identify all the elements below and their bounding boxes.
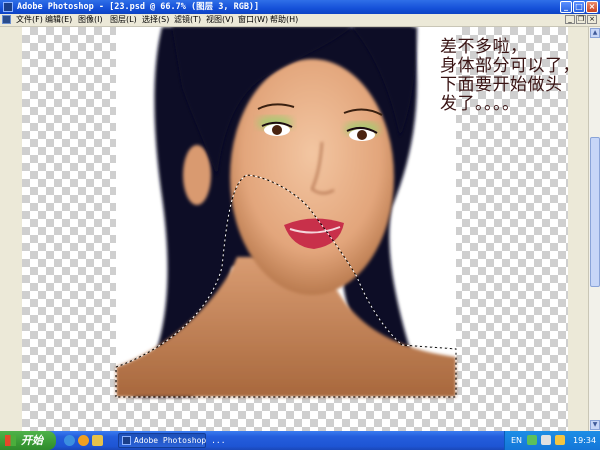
menu-image[interactable]: 图像(I): [78, 14, 103, 26]
doc-minimize-button[interactable]: _: [565, 15, 575, 24]
caption-line: 发了。。。。: [440, 94, 520, 114]
media-player-icon[interactable]: [78, 435, 89, 446]
taskbar: 开始 Adobe Photoshop ... EN 19:34: [0, 431, 600, 450]
scroll-down-button[interactable]: ▼: [590, 420, 600, 430]
menu-bar: 文件(F) 编辑(E) 图像(I) 图层(L) 选择(S) 滤镜(T) 视图(V…: [0, 14, 600, 27]
ie-icon[interactable]: [64, 435, 75, 446]
volume-icon[interactable]: [541, 435, 551, 445]
document-icon[interactable]: [2, 15, 11, 24]
menu-view[interactable]: 视图(V): [206, 14, 234, 26]
workspace-left-gutter: [0, 27, 22, 431]
menu-file[interactable]: 文件(F): [16, 14, 43, 26]
menu-filter[interactable]: 滤镜(T): [174, 14, 201, 26]
system-tray: EN 19:34: [504, 431, 600, 450]
windows-flag-icon: [5, 435, 16, 446]
menu-select[interactable]: 选择(S): [142, 14, 169, 26]
menu-window[interactable]: 窗口(W): [238, 14, 268, 26]
caption-line: 身体部分可以了，: [440, 56, 580, 76]
start-label: 开始: [21, 434, 43, 447]
vertical-scrollbar[interactable]: ▲ ▼: [588, 27, 600, 431]
maximize-button[interactable]: □: [573, 1, 585, 13]
window-title: Adobe Photoshop - [23.psd @ 66.7% (图层 3,…: [17, 2, 260, 12]
task-label: Adobe Photoshop ...: [134, 436, 226, 445]
close-button[interactable]: ×: [586, 1, 598, 13]
canvas-caption: 差不多啦， 身体部分可以了， 下面要开始做头 发了。。。。: [440, 38, 590, 114]
caption-line: 下面要开始做头: [440, 75, 563, 95]
title-bar[interactable]: Adobe Photoshop - [23.psd @ 66.7% (图层 3,…: [0, 0, 600, 14]
taskbar-item-photoshop[interactable]: Adobe Photoshop ...: [118, 433, 226, 448]
start-button[interactable]: 开始: [0, 431, 56, 450]
scroll-up-button[interactable]: ▲: [590, 28, 600, 38]
photoshop-icon[interactable]: [3, 2, 13, 12]
doc-restore-button[interactable]: ❐: [576, 15, 586, 24]
menu-help[interactable]: 帮助(H): [270, 14, 298, 26]
caption-line: 差不多啦，: [440, 37, 528, 57]
minimize-button[interactable]: _: [560, 1, 572, 13]
face: [230, 59, 394, 295]
doc-close-button[interactable]: ×: [587, 15, 597, 24]
folder-icon[interactable]: [92, 435, 103, 446]
menu-layer[interactable]: 图层(L): [110, 14, 137, 26]
scroll-thumb[interactable]: [590, 137, 600, 287]
network-icon[interactable]: [527, 435, 537, 445]
menu-edit[interactable]: 编辑(E): [45, 14, 72, 26]
tray-app-icon[interactable]: [555, 435, 565, 445]
clock[interactable]: 19:34: [573, 431, 596, 450]
language-indicator[interactable]: EN: [511, 431, 522, 450]
photoshop-icon: [122, 436, 131, 445]
ear: [183, 145, 211, 205]
